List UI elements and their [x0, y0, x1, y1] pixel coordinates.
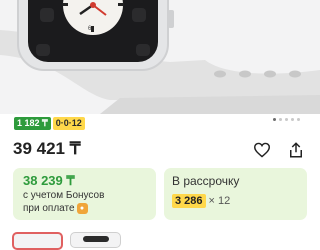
installment-badge: 0·0·12	[52, 117, 85, 130]
bonus-note-line2: при оплате ●	[23, 203, 88, 214]
gallery-dot[interactable]	[279, 118, 282, 121]
heart-icon	[253, 142, 271, 158]
gallery-dot[interactable]	[285, 118, 288, 121]
share-icon	[290, 142, 302, 158]
bonus-price: 38 239 ₸	[23, 173, 75, 188]
bonus-price-card[interactable]: 38 239 ₸ с учетом Бонусов при оплате ●	[13, 168, 156, 220]
product-photo[interactable]: 6	[0, 0, 320, 114]
bonus-note-line1: с учетом Бонусов	[23, 190, 105, 201]
share-button[interactable]	[285, 140, 307, 160]
installment-times: × 12	[208, 195, 231, 207]
gallery-dot[interactable]	[297, 118, 300, 121]
badges-row: 1 182 ₸ 0·0·12	[14, 117, 85, 130]
variant-thumb-black[interactable]	[70, 232, 121, 248]
installment-card[interactable]: В рассрочку 3 286 × 12	[164, 168, 307, 220]
gallery-dot[interactable]	[291, 118, 294, 121]
watch-photo: 6	[0, 0, 320, 114]
installment-title: В рассрочку	[172, 174, 240, 188]
variant-thumb-white[interactable]	[12, 232, 63, 250]
installment-amount: 3 286	[172, 194, 206, 208]
watch-thumb-icon	[82, 236, 109, 242]
favorite-button[interactable]	[251, 140, 273, 160]
product-price: 39 421 ₸	[13, 139, 81, 158]
bonus-coin-icon: ●	[76, 203, 88, 214]
gallery-dot[interactable]	[273, 118, 276, 121]
bonus-badge: 1 182 ₸	[14, 117, 51, 130]
